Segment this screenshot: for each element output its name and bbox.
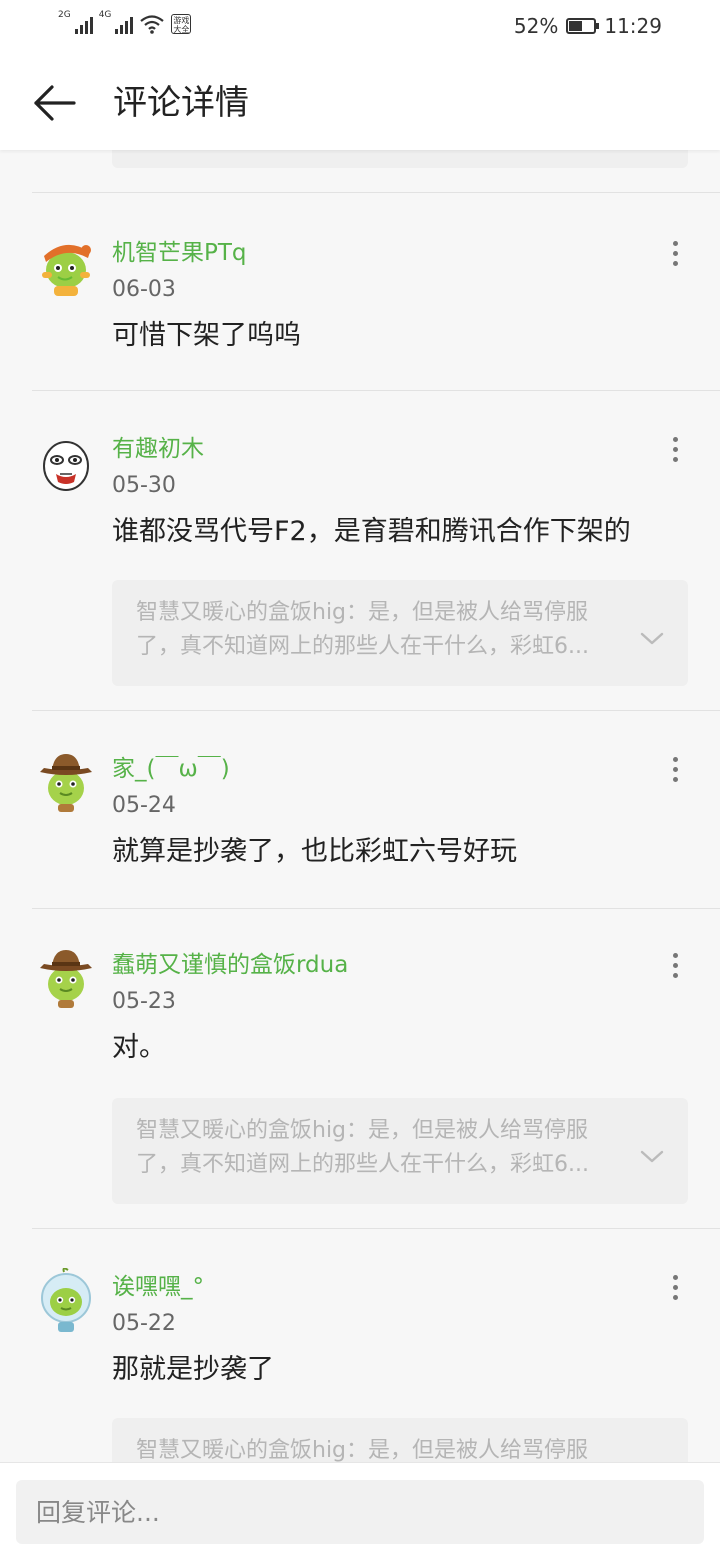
username[interactable]: 有趣初木 bbox=[112, 434, 204, 464]
quoted-reply-text: 智慧又暖心的盒饭hig：是，但是被人给骂停服 bbox=[136, 1434, 636, 1462]
back-button[interactable] bbox=[30, 80, 80, 126]
status-bar: 2G 4G 游戏大全 52% 11:29 bbox=[0, 0, 720, 54]
quoted-reply[interactable]: 智慧又暖心的盒饭hig：是，但是被人给骂停服 bbox=[112, 1418, 688, 1462]
network-type-4g: 4G bbox=[98, 10, 112, 20]
status-icons-right: 52% 11:29 bbox=[514, 14, 662, 38]
comment-date: 05-23 bbox=[112, 989, 176, 1014]
dot bbox=[672, 436, 678, 442]
chevron-down-icon[interactable] bbox=[640, 1150, 664, 1164]
dot bbox=[672, 952, 678, 958]
mango-pirate-avatar-icon bbox=[42, 244, 91, 296]
cowboy-avatar-icon bbox=[40, 950, 92, 1008]
status-icons-left: 2G 4G 游戏大全 bbox=[58, 10, 192, 34]
dot bbox=[672, 766, 678, 772]
astronaut-avatar-icon bbox=[41, 1267, 91, 1332]
quoted-reply-line: 智慧又暖心的盒饭hig：是，但是被人给骂停服 bbox=[136, 1118, 589, 1143]
divider bbox=[32, 1228, 720, 1229]
user-avatar[interactable] bbox=[38, 234, 94, 300]
more-options-button[interactable] bbox=[662, 238, 688, 268]
quoted-reply-line: 智慧又暖心的盒饭hig：是，但是被人给骂停服 bbox=[136, 1438, 589, 1462]
signal-icon bbox=[74, 14, 93, 34]
comment-text: 谁都没骂代号F2，是育碧和腾讯合作下架的 bbox=[112, 516, 631, 547]
comment-date: 05-30 bbox=[112, 473, 176, 498]
dot bbox=[672, 446, 678, 452]
page-title: 评论详情 bbox=[113, 83, 249, 123]
clock: 11:29 bbox=[604, 14, 662, 38]
game-app-badge-icon: 游戏大全 bbox=[171, 14, 192, 34]
battery-percent: 52% bbox=[513, 14, 559, 38]
quoted-reply[interactable]: 智慧又暖心的盒饭hig：是，但是被人给骂停服 了，真不知道网上的那些人在干什么，… bbox=[112, 580, 688, 686]
dot bbox=[672, 250, 678, 256]
network-type-2g: 2G bbox=[58, 10, 71, 20]
more-options-button[interactable] bbox=[662, 950, 688, 980]
comment-text: 那就是抄袭了 bbox=[112, 1354, 274, 1385]
divider bbox=[32, 710, 720, 711]
divider bbox=[32, 908, 720, 909]
quoted-reply[interactable]: 智慧又暖心的盒饭hig：是，但是被人给骂停服 了，真不知道网上的那些人在干什么，… bbox=[112, 1098, 688, 1204]
comment-list[interactable]: 机智芒果PTq 06-03 可惜下架了呜呜 有趣初木 05-30 谁都没骂代号F… bbox=[0, 150, 720, 1462]
dot bbox=[672, 1274, 678, 1280]
battery-level bbox=[569, 21, 582, 31]
comment-text: 可惜下架了呜呜 bbox=[112, 320, 301, 351]
quoted-reply-stub bbox=[112, 150, 688, 168]
white-face-avatar-icon bbox=[43, 441, 89, 491]
comment-date: 05-22 bbox=[112, 1311, 176, 1336]
username[interactable]: 蠢萌又谨慎的盒饭rdua bbox=[112, 950, 348, 980]
user-avatar[interactable] bbox=[38, 750, 94, 816]
arrow-left-icon bbox=[34, 85, 76, 121]
dot bbox=[672, 260, 678, 266]
dot bbox=[672, 1294, 678, 1300]
dot bbox=[672, 456, 678, 462]
wifi-icon bbox=[139, 14, 165, 34]
quoted-reply-text: 智慧又暖心的盒饭hig：是，但是被人给骂停服 了，真不知道网上的那些人在干什么，… bbox=[136, 596, 636, 664]
dot bbox=[672, 962, 678, 968]
quoted-reply-line: 了，真不知道网上的那些人在干什么，彩虹6... bbox=[136, 1152, 589, 1177]
more-options-button[interactable] bbox=[662, 434, 688, 464]
username[interactable]: 家_(￣ω￣) bbox=[112, 754, 230, 784]
reply-input[interactable] bbox=[16, 1480, 704, 1544]
user-avatar[interactable] bbox=[38, 1267, 94, 1334]
dot bbox=[672, 240, 678, 246]
dot bbox=[672, 776, 678, 782]
dot bbox=[672, 972, 678, 978]
user-avatar[interactable] bbox=[38, 430, 94, 496]
quoted-reply-line: 智慧又暖心的盒饭hig：是，但是被人给骂停服 bbox=[136, 600, 589, 625]
divider bbox=[32, 192, 720, 193]
quoted-reply-line: 了，真不知道网上的那些人在干什么，彩虹6... bbox=[136, 634, 589, 659]
chevron-down-icon[interactable] bbox=[640, 632, 664, 646]
cowboy-avatar-icon bbox=[40, 754, 92, 812]
more-options-button[interactable] bbox=[662, 1272, 688, 1302]
more-options-button[interactable] bbox=[662, 754, 688, 784]
dot bbox=[672, 756, 678, 762]
signal-icon bbox=[115, 14, 134, 34]
quoted-reply-text: 智慧又暖心的盒饭hig：是，但是被人给骂停服 了，真不知道网上的那些人在干什么，… bbox=[136, 1114, 636, 1182]
comment-text: 对。 bbox=[112, 1032, 166, 1063]
comment-date: 06-03 bbox=[112, 277, 176, 302]
username[interactable]: 机智芒果PTq bbox=[112, 238, 247, 268]
reply-bar bbox=[0, 1462, 720, 1560]
comment-date: 05-24 bbox=[112, 793, 176, 818]
user-avatar[interactable] bbox=[38, 946, 94, 1012]
dot bbox=[672, 1284, 678, 1290]
battery-icon bbox=[566, 18, 600, 34]
comment-text: 就算是抄袭了，也比彩虹六号好玩 bbox=[112, 836, 517, 867]
divider bbox=[32, 390, 720, 391]
username[interactable]: 诶嘿嘿_° bbox=[112, 1272, 204, 1302]
app-header: 评论详情 bbox=[0, 54, 720, 150]
